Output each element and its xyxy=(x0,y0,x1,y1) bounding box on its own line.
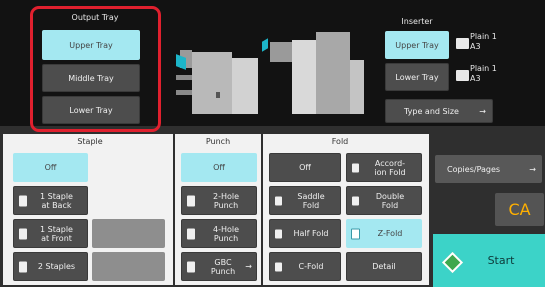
arrow-right-icon: → xyxy=(245,262,252,271)
inserter-lower-tray-button[interactable]: Lower Tray xyxy=(385,63,449,91)
punch-icon xyxy=(187,195,195,206)
half-fold-button[interactable]: Half Fold xyxy=(269,219,341,248)
copies-pages-label: Copies/Pages xyxy=(447,164,501,174)
fold-off-button[interactable]: Off xyxy=(269,153,341,182)
z-fold-button[interactable]: Z-Fold xyxy=(346,219,422,248)
punch-off-button[interactable]: Off xyxy=(181,153,257,182)
paper-icon-lower xyxy=(456,70,469,81)
start-label: Start xyxy=(487,254,515,267)
output-upper-tray-button[interactable]: Upper Tray xyxy=(42,30,140,60)
inserter-lower-paper-size: A3 xyxy=(470,74,481,83)
two-staples-icon xyxy=(19,261,27,272)
fold-icon xyxy=(352,163,359,172)
staple-off-button[interactable]: Off xyxy=(13,153,88,182)
fold-icon xyxy=(275,229,282,238)
fold-title: Fold xyxy=(331,137,349,146)
double-fold-button[interactable]: Double Fold xyxy=(346,186,422,215)
punch-icon xyxy=(187,228,195,239)
fold-icon xyxy=(352,196,359,205)
saddle-fold-button[interactable]: Saddle Fold xyxy=(269,186,341,215)
c-fold-button[interactable]: C-Fold xyxy=(269,252,341,281)
four-hole-punch-button[interactable]: 4-Hole Punch xyxy=(181,219,257,248)
staple-title: Staple xyxy=(77,137,103,146)
finisher-illustration xyxy=(170,30,370,120)
start-button[interactable]: Start xyxy=(433,234,545,287)
inserter-upper-paper-type: Plain 1 xyxy=(470,32,497,41)
gbc-punch-button[interactable]: GBC Punch → xyxy=(181,252,257,281)
copies-pages-button[interactable]: Copies/Pages → xyxy=(435,155,542,183)
accordion-fold-button[interactable]: Accord- ion Fold xyxy=(346,153,422,182)
staple-front-button[interactable]: 1 Staple at Front xyxy=(13,219,88,248)
two-hole-punch-button[interactable]: 2-Hole Punch xyxy=(181,186,257,215)
output-middle-tray-button[interactable]: Middle Tray xyxy=(42,64,140,92)
paper-icon-upper xyxy=(456,38,469,49)
inserter-upper-tray-button[interactable]: Upper Tray xyxy=(385,31,449,59)
staple-front-icon xyxy=(19,228,27,239)
staple-back-icon xyxy=(19,195,27,206)
fold-detail-button[interactable]: Detail xyxy=(346,252,422,281)
print-settings-screen: { "output_tray": { "title": "Output Tray… xyxy=(0,0,545,287)
punch-title: Punch xyxy=(205,137,231,146)
clear-all-button[interactable]: CA xyxy=(495,193,544,226)
inserter-upper-paper-size: A3 xyxy=(470,42,481,51)
two-staples-button[interactable]: 2 Staples xyxy=(13,252,88,281)
staple-disabled-option-2 xyxy=(92,252,165,281)
type-and-size-label: Type and Size xyxy=(404,106,459,116)
fold-icon xyxy=(351,228,360,239)
type-and-size-button[interactable]: Type and Size → xyxy=(385,99,493,123)
fold-icon xyxy=(275,262,282,271)
inserter-lower-paper-type: Plain 1 xyxy=(470,64,497,73)
output-tray-title: Output Tray xyxy=(71,13,119,22)
fold-icon xyxy=(275,196,282,205)
punch-icon xyxy=(187,261,195,272)
arrow-right-icon: → xyxy=(479,106,486,116)
output-lower-tray-button[interactable]: Lower Tray xyxy=(42,96,140,124)
arrow-right-icon: → xyxy=(529,164,536,174)
inserter-title: Inserter xyxy=(401,17,433,26)
staple-disabled-option-1 xyxy=(92,219,165,248)
start-icon xyxy=(441,251,464,273)
staple-back-button[interactable]: 1 Staple at Back xyxy=(13,186,88,215)
